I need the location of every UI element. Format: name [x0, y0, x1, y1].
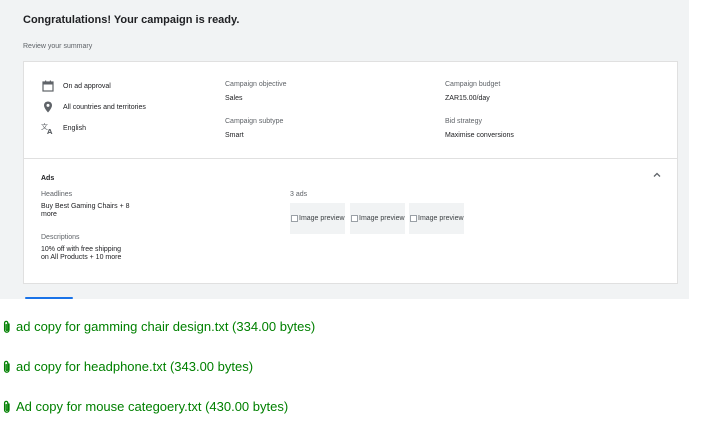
location-row: All countries and territories: [41, 100, 146, 114]
image-preview[interactable]: Image preview: [409, 203, 464, 234]
paperclip-icon: [3, 320, 10, 333]
attachment-name[interactable]: ad copy for headphone.txt (343.00 bytes): [16, 359, 253, 374]
objective-value: Sales: [225, 95, 243, 102]
page-title: Congratulations! Your campaign is ready.: [23, 14, 240, 26]
attachment-name[interactable]: Ad copy for mouse categoery.txt (430.00 …: [16, 399, 288, 414]
image-preview-label: Image preview: [299, 215, 345, 222]
headlines-value: Buy Best Gaming Chairs + 8 more: [41, 203, 130, 219]
attachment-link[interactable]: ad copy for gamming chair design.txt (33…: [2, 319, 315, 334]
budget-label: Campaign budget: [445, 81, 501, 88]
subtype-label: Campaign subtype: [225, 118, 284, 125]
image-placeholder-icon: [410, 215, 417, 222]
bid-strategy-label: Bid strategy: [445, 118, 482, 125]
descriptions-line: 10% off with free shipping: [41, 246, 122, 253]
image-preview-label: Image preview: [418, 215, 464, 222]
image-preview[interactable]: Image preview: [290, 203, 345, 234]
schedule-value: On ad approval: [63, 82, 111, 90]
calendar-icon: [41, 79, 55, 93]
ads-count: 3 ads: [290, 191, 308, 198]
budget-value: ZAR15.00/day: [445, 95, 490, 102]
page-subtitle: Review your summary: [23, 43, 93, 50]
summary-card: On ad approval All countries and territo…: [23, 61, 678, 284]
publish-button[interactable]: [25, 297, 73, 299]
attachment-name[interactable]: ad copy for gamming chair design.txt (33…: [16, 319, 315, 334]
image-placeholder-icon: [291, 215, 298, 222]
headlines-line: Buy Best Gaming Chairs + 8: [41, 203, 130, 210]
attachment-link[interactable]: ad copy for headphone.txt (343.00 bytes): [2, 359, 253, 374]
headlines-line: more: [41, 211, 57, 218]
bid-strategy-value: Maximise conversions: [445, 132, 514, 139]
paperclip-icon: [3, 400, 10, 413]
ads-section-title: Ads: [41, 175, 55, 182]
descriptions-label: Descriptions: [41, 234, 80, 241]
subtype-value: Smart: [225, 132, 244, 139]
svg-text:A: A: [47, 128, 53, 134]
language-value: English: [63, 124, 86, 132]
location-value: All countries and territories: [63, 103, 146, 111]
image-preview-label: Image preview: [359, 215, 405, 222]
translate-icon: 文A: [41, 121, 55, 135]
objective-label: Campaign objective: [225, 81, 287, 88]
language-row: 文A English: [41, 121, 86, 135]
location-pin-icon: [41, 100, 55, 114]
descriptions-value: 10% off with free shipping on All Produc…: [41, 246, 121, 262]
image-preview[interactable]: Image preview: [350, 203, 405, 234]
descriptions-line: on All Products + 10 more: [41, 254, 122, 261]
headlines-label: Headlines: [41, 191, 73, 198]
card-divider: [24, 158, 677, 159]
attachment-link[interactable]: Ad copy for mouse categoery.txt (430.00 …: [2, 399, 288, 414]
campaign-summary-panel: Congratulations! Your campaign is ready.…: [0, 0, 689, 299]
image-placeholder-icon: [351, 215, 358, 222]
schedule-row: On ad approval: [41, 79, 111, 93]
chevron-up-icon[interactable]: [651, 168, 663, 180]
paperclip-icon: [3, 360, 10, 373]
